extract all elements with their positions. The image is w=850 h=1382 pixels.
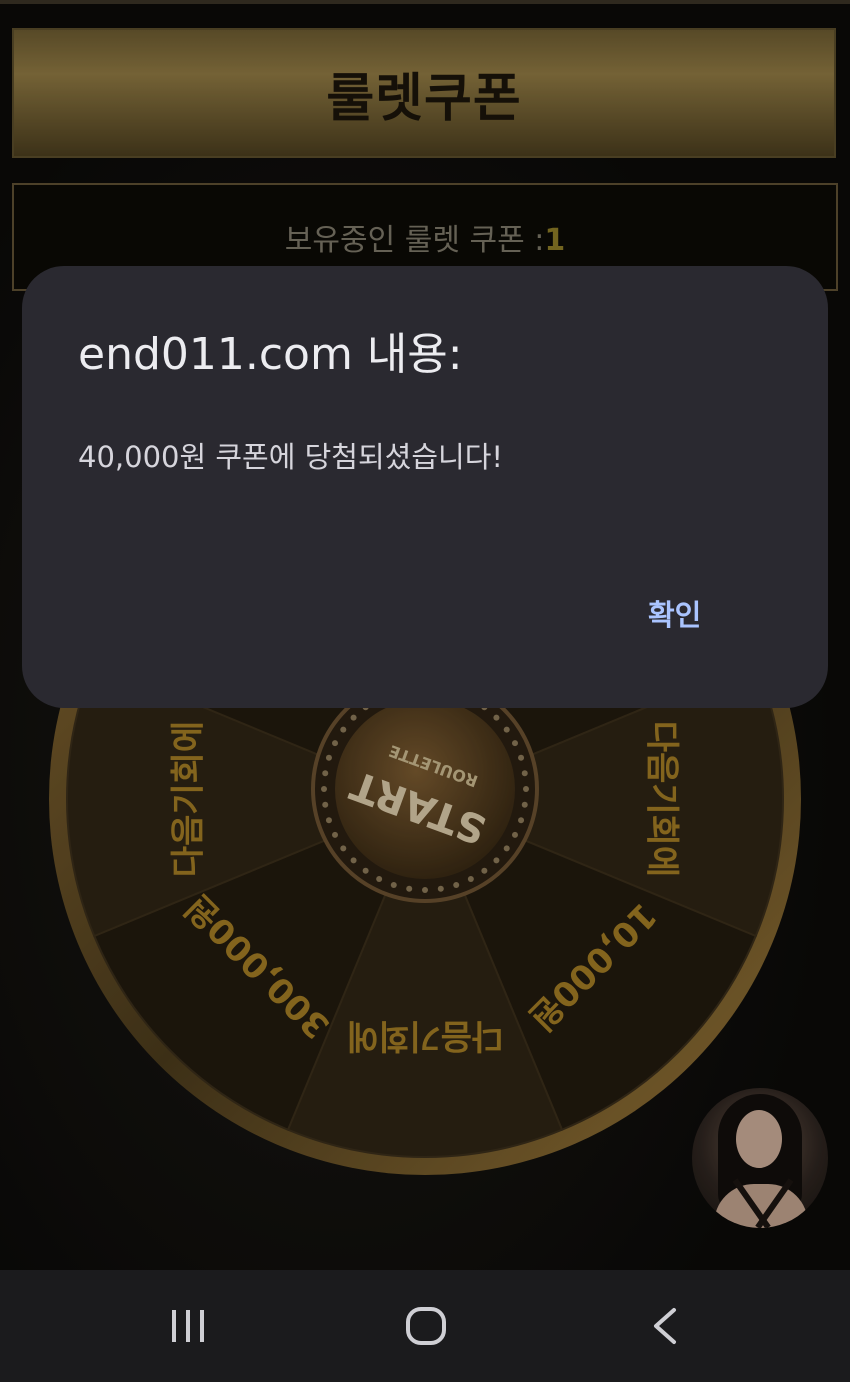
alert-dialog: end011.com 내용: 40,000원 쿠폰에 당첨되셨습니다! 확인 [22, 266, 828, 708]
dialog-ok-button[interactable]: 확인 [648, 588, 738, 638]
dialog-message: 40,000원 쿠폰에 당첨되셨습니다! [78, 440, 504, 474]
home-button[interactable] [386, 1298, 466, 1354]
recent-apps-button[interactable] [148, 1298, 228, 1354]
home-icon [406, 1307, 446, 1345]
back-button[interactable] [624, 1298, 704, 1354]
system-navigation-bar [0, 1270, 850, 1382]
dialog-title: end011.com 내용: [78, 329, 463, 380]
back-icon [654, 1308, 676, 1344]
recent-apps-icon [172, 1310, 204, 1342]
